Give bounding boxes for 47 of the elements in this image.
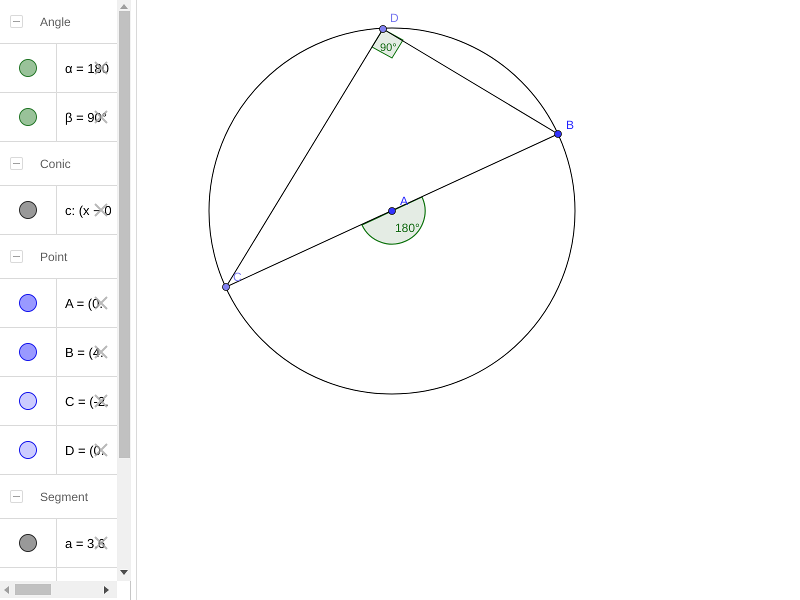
minus-icon <box>13 18 20 25</box>
algebra-entry[interactable]: α = 180 <box>65 60 110 76</box>
visibility-toggle[interactable] <box>19 59 37 77</box>
algebra-entry[interactable]: D = (0. <box>65 442 104 458</box>
section-title: Angle <box>40 14 71 28</box>
angle-value: 180° <box>395 221 420 235</box>
minus-icon <box>13 253 20 260</box>
visibility-toggle[interactable] <box>19 534 37 552</box>
algebra-entry[interactable]: a = 3.6 <box>65 536 106 550</box>
visibility-toggle[interactable] <box>19 392 37 410</box>
point-label: B <box>566 118 574 132</box>
angle-arc[interactable] <box>361 196 426 245</box>
scroll-down-icon[interactable] <box>120 570 128 575</box>
horizontal-scrollbar[interactable] <box>0 581 117 598</box>
collapse-toggle[interactable] <box>10 157 23 170</box>
angle-value: 90° <box>380 42 397 54</box>
point-label: A <box>400 194 408 208</box>
algebra-entry[interactable]: c: (x − 0 <box>65 202 112 218</box>
point[interactable] <box>379 25 387 33</box>
algebra-entry[interactable]: A = (0. <box>65 296 103 310</box>
algebra-entry[interactable]: C = (-2. <box>65 394 109 408</box>
right-angle-marker[interactable] <box>371 28 404 59</box>
delete-icon[interactable] <box>93 202 109 218</box>
section-title: Point <box>40 250 68 264</box>
algebra-entry[interactable]: B = (4. <box>65 344 104 360</box>
point[interactable] <box>554 130 562 138</box>
visibility-toggle[interactable] <box>19 201 37 219</box>
visibility-toggle[interactable] <box>19 294 37 312</box>
collapse-toggle[interactable] <box>10 250 23 263</box>
section-title: Segment <box>40 490 88 504</box>
point-label: D <box>390 11 399 25</box>
collapse-toggle[interactable] <box>10 15 23 28</box>
visibility-toggle[interactable] <box>19 343 37 361</box>
vertical-scrollbar[interactable] <box>117 0 131 581</box>
algebra-entry[interactable]: β = 90° <box>65 110 107 124</box>
collapse-toggle[interactable] <box>10 490 23 503</box>
visibility-toggle[interactable] <box>19 441 37 459</box>
visibility-toggle[interactable] <box>19 108 37 126</box>
scroll-right-icon[interactable] <box>104 586 109 594</box>
scrollbar-thumb[interactable] <box>15 584 51 595</box>
point[interactable] <box>388 207 396 215</box>
point-label: C <box>233 270 242 284</box>
scrollbar-thumb[interactable] <box>118 11 130 458</box>
section-title: Conic <box>40 156 71 170</box>
minus-icon <box>13 160 20 167</box>
point[interactable] <box>222 283 230 291</box>
minus-icon <box>13 493 20 500</box>
